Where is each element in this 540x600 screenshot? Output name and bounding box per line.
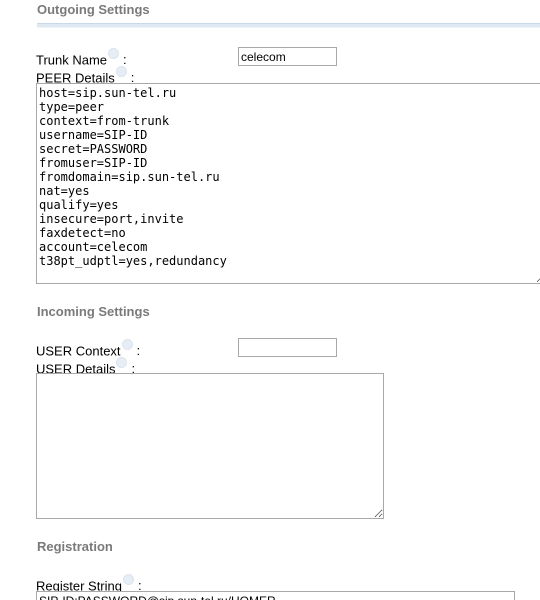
help-icon[interactable] <box>122 574 134 585</box>
user-context-label-row: USER Context: <box>36 339 140 358</box>
user-context-input[interactable] <box>238 338 337 357</box>
help-icon[interactable] <box>116 357 128 368</box>
register-string-input[interactable] <box>36 591 515 600</box>
trunk-settings-page: Outgoing Settings Trunk Name: PEER Detai… <box>0 0 540 600</box>
label-colon: : <box>136 343 141 359</box>
section-divider <box>37 23 540 28</box>
help-icon[interactable] <box>121 339 133 350</box>
incoming-settings-title: Incoming Settings <box>37 304 150 319</box>
help-icon[interactable] <box>115 66 127 77</box>
peer-details-textarea[interactable]: host=sip.sun-tel.ru type=peer context=fr… <box>36 83 540 284</box>
trunk-name-input[interactable] <box>238 47 337 66</box>
registration-title: Registration <box>37 539 113 554</box>
trunk-name-label-row: Trunk Name: <box>36 48 127 67</box>
help-icon[interactable] <box>108 48 120 59</box>
user-details-textarea[interactable] <box>36 373 384 519</box>
outgoing-settings-title: Outgoing Settings <box>37 2 150 17</box>
